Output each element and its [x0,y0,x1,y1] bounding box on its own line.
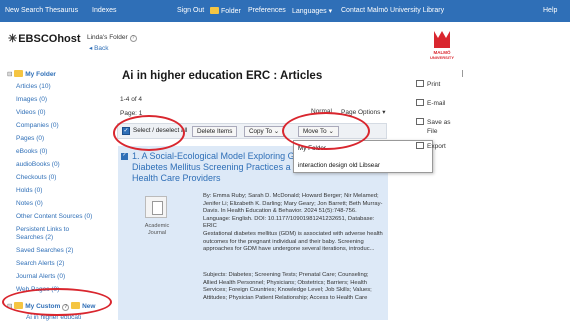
print-label: Print [427,81,441,88]
help-icon[interactable]: ? [129,35,137,42]
top-navigation-bar: New Search Thesaurus Indexes Sign Out Fo… [0,0,570,22]
sidebar-item-companies[interactable]: Companies (0) [16,122,59,129]
sidebar-item-persistent-links[interactable]: Persistent Links to [16,226,69,233]
sidebar-item-pages[interactable]: Pages (0) [16,135,44,142]
malmo-university-logo: MALMÖ UNIVERSITY [430,31,454,60]
new-search-link[interactable]: New Search [5,7,43,14]
sidebar-item-search-alerts[interactable]: Search Alerts (2) [16,260,64,267]
academic-journal-icon [145,196,167,218]
languages-menu[interactable]: Languages ▾ [292,7,332,15]
help-link[interactable]: Help [543,7,557,14]
sidebar-item-notes[interactable]: Notes (0) [16,200,43,207]
logo-text: EBSCOhost [18,33,81,45]
languages-label: Languages [292,8,327,15]
folder-sidebar: ⊟ My Folder Articles (10) Images (0) Vid… [0,62,107,321]
folder-icon [210,7,219,14]
record-title-line: Health Care Providers [132,173,221,183]
record-abstract: Gestational diabetes mellitus (GDM) is a… [203,230,383,253]
email-action[interactable]: E-mail [416,99,445,107]
export-icon [416,142,424,149]
back-link[interactable]: ◂ Back [89,44,109,52]
print-action[interactable]: Print [416,80,440,88]
my-folder-heading[interactable]: ⊟ My Folder [7,70,56,78]
actions-panel: Print E-mail Save as File Export [412,62,570,320]
chevron-down-icon: ▾ [328,8,333,15]
sidebar-item-holds[interactable]: Holds (0) [16,187,42,194]
print-icon [416,80,424,87]
dropdown-option-interaction-design[interactable]: interaction design old Libsear [298,162,380,169]
copy-to-label: Copy To [249,128,272,135]
highlight-ring-move-to [282,112,370,150]
save-icon [416,118,424,125]
save-label: Save as File [427,119,451,135]
sidebar-item-articles[interactable]: Articles (10) [16,83,51,90]
record-title-line: Diabetes Mellitus Screening Practices a [132,162,291,172]
sign-out-link[interactable]: Sign Out [177,7,204,14]
chevron-down-icon: ⌄ [273,128,280,135]
sidebar-item-videos[interactable]: Videos (0) [16,109,46,116]
sidebar-item-images[interactable]: Images (0) [16,96,47,103]
folder-link[interactable]: Folder [210,7,241,15]
save-as-file-action[interactable]: Save as File [416,118,457,136]
header: ✳EBSCOhost Linda's Folder? ◂ Back MALMÖ … [0,22,570,62]
record-title-line: 1. A Social-Ecological Model Exploring G [132,151,295,161]
highlight-ring-select-all [113,115,185,151]
university-name-line2: UNIVERSITY [430,55,454,60]
email-icon [416,99,424,106]
delete-items-button[interactable]: Delete Items [192,126,238,137]
sidebar-item-persistent-links-cont[interactable]: Searches (2) [16,234,53,241]
folder-owner-label: Linda's Folder? [87,34,137,42]
sidebar-item-checkouts[interactable]: Checkouts (0) [16,174,56,181]
contact-library-link[interactable]: Contact Malmö University Library [341,7,444,14]
email-label: E-mail [427,100,446,107]
sidebar-item-other-sources[interactable]: Other Content Sources (0) [16,213,92,220]
sidebar-item-saved-searches[interactable]: Saved Searches (2) [16,247,73,254]
my-folder-label: My Folder [25,71,56,78]
ebsco-star-icon: ✳ [8,33,18,45]
highlight-ring-my-custom [2,288,112,316]
result-count: 1-4 of 4 [120,96,143,103]
folder-owner-text: Linda's Folder [87,34,128,41]
record-details: By: Emma Ruby; Sarah D. McDonald; Howard… [203,193,383,254]
indexes-link[interactable]: Indexes [92,7,117,14]
folder-label: Folder [221,8,241,15]
sidebar-item-audiobooks[interactable]: audioBooks (0) [16,161,60,168]
thesaurus-link[interactable]: Thesaurus [45,7,78,14]
copy-to-button[interactable]: Copy To ⌄ [244,126,285,137]
publication-type-line2: Journal [147,230,167,236]
record-checkbox[interactable]: ✓ [121,153,128,160]
publication-type-line1: Academic [144,223,170,229]
preferences-link[interactable]: Preferences [248,7,286,14]
record-authors: By: Emma Ruby; Sarah D. McDonald; Howard… [203,193,383,230]
page-title: Ai in higher education ERC : Articles [122,70,323,82]
main-content: Ai in higher education ERC : Articles 1-… [113,62,433,320]
collapse-icon[interactable]: ⊟ [7,71,12,78]
sidebar-item-ebooks[interactable]: eBooks (0) [16,148,47,155]
folder-icon [14,70,24,77]
publication-type: Academic Journal [137,223,177,237]
sidebar-item-journal-alerts[interactable]: Journal Alerts (0) [16,273,65,280]
export-action[interactable]: Export [416,142,446,150]
record-subjects: Subjects: Diabetes; Screening Tests; Pre… [203,272,372,301]
record-title-link[interactable]: 1. A Social-Ecological Model Exploring G… [132,151,302,184]
ebscohost-logo[interactable]: ✳EBSCOhost [8,32,81,45]
export-label: Export [427,143,446,150]
